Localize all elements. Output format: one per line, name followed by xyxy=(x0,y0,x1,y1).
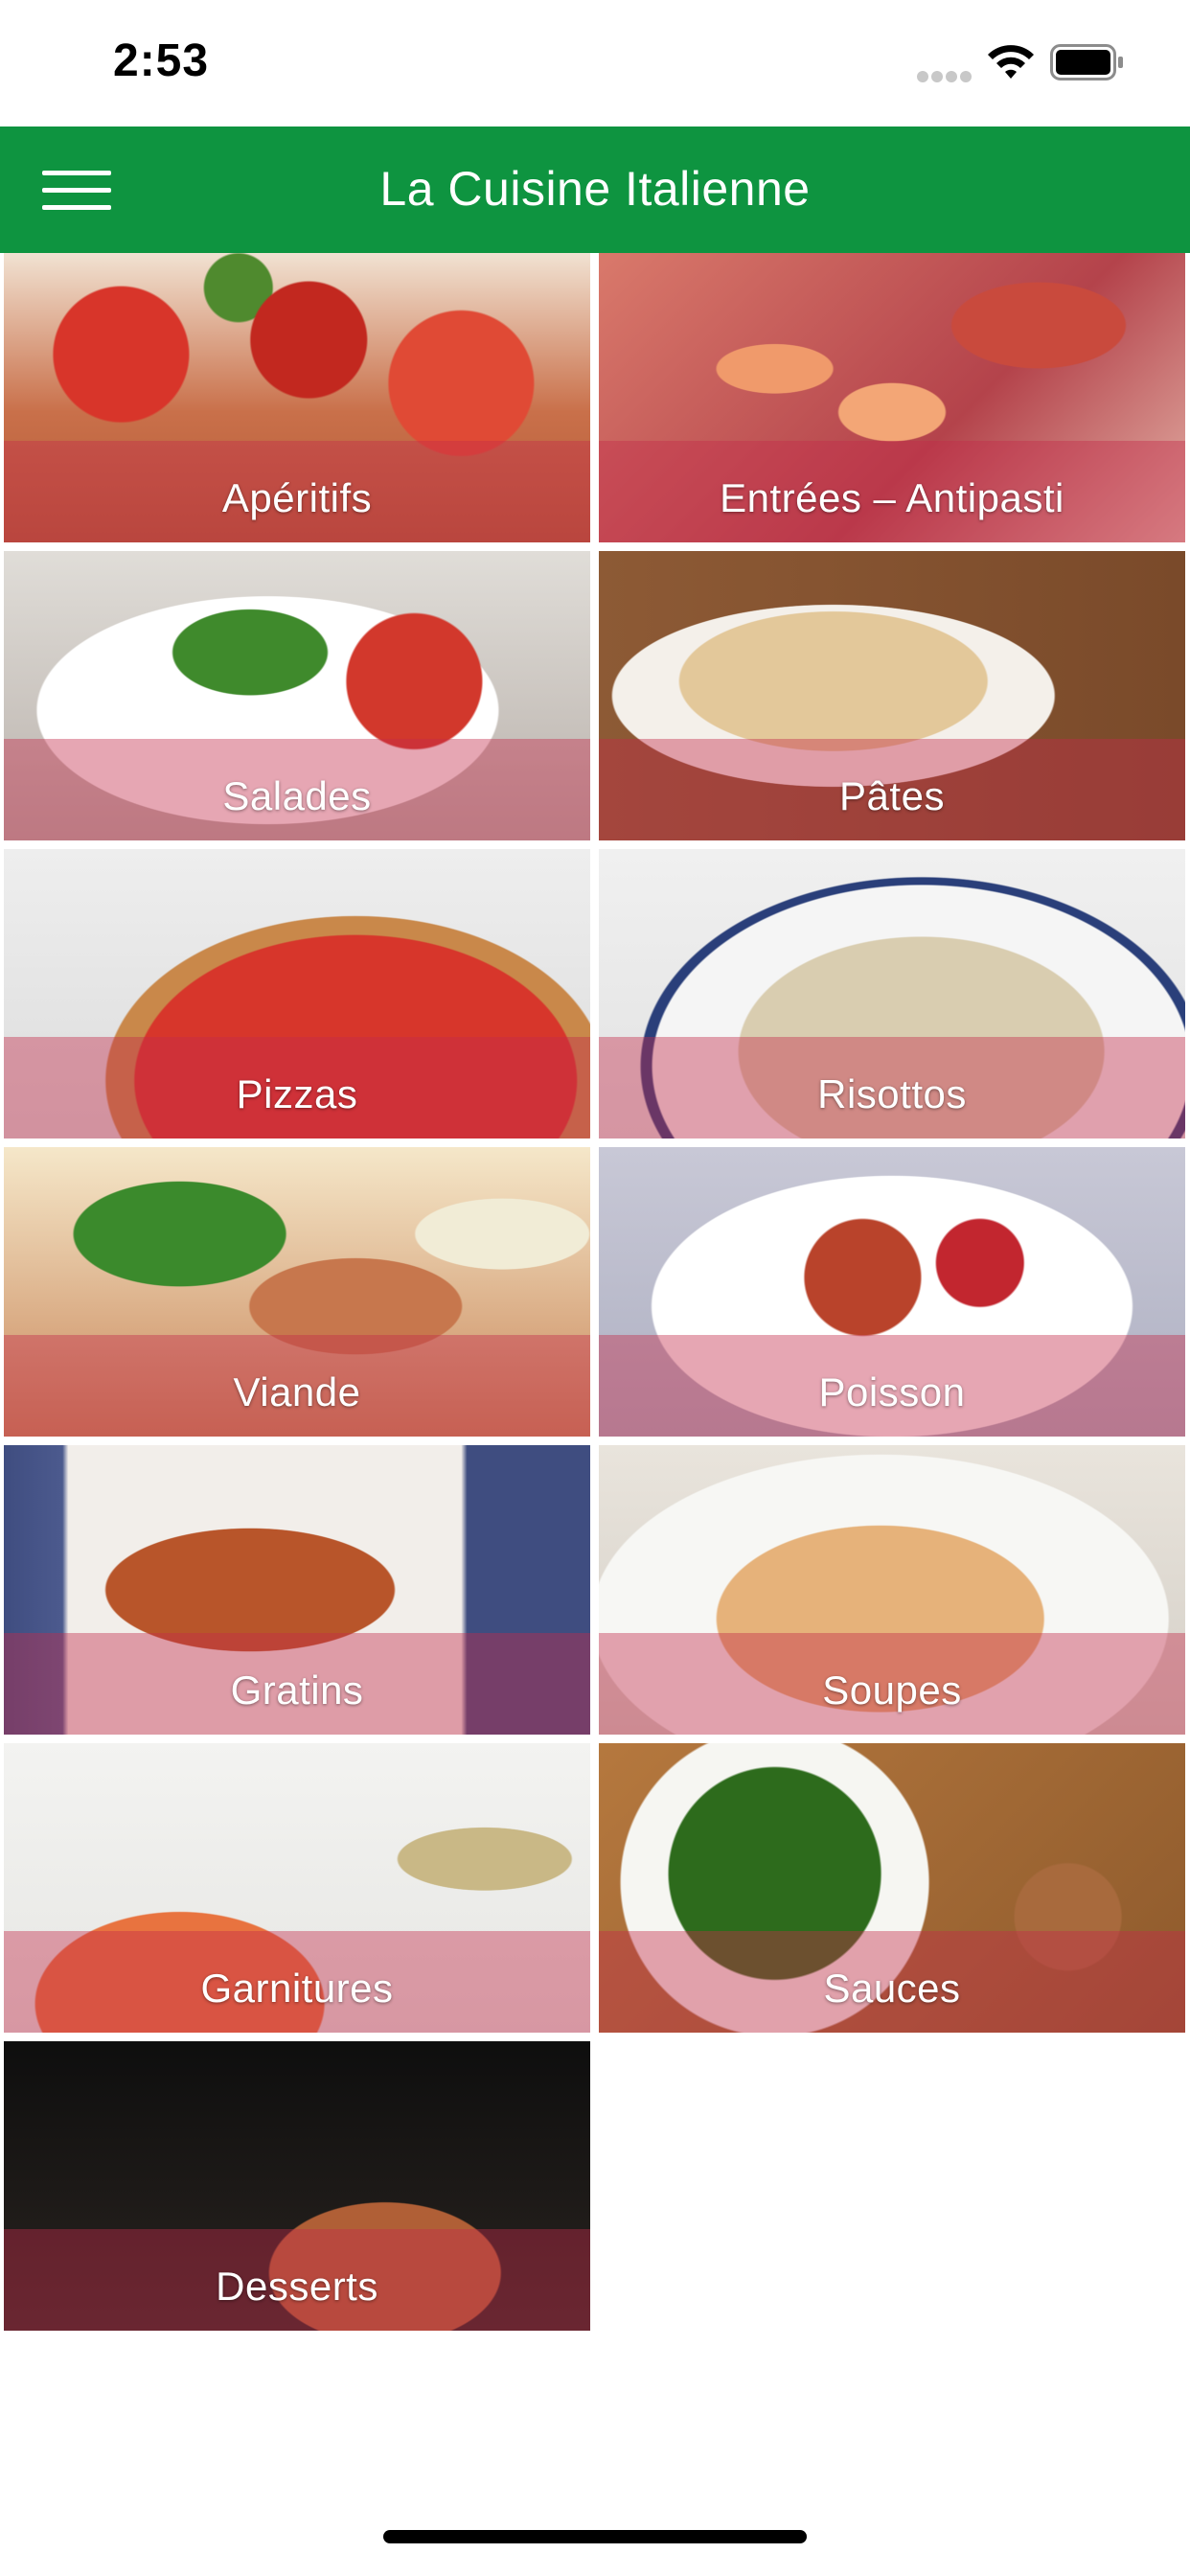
category-label: Gratins xyxy=(230,1668,364,1713)
category-tile-pizzas[interactable]: Pizzas xyxy=(4,849,590,1138)
category-label: Salades xyxy=(222,773,372,818)
category-label: Risottos xyxy=(817,1071,967,1116)
category-tile-desserts[interactable]: Desserts xyxy=(4,2041,590,2331)
category-tile-risottos[interactable]: Risottos xyxy=(599,849,1185,1138)
category-label: Poisson xyxy=(818,1369,966,1414)
category-tile-salades[interactable]: Salades xyxy=(4,551,590,840)
category-tile-gratins[interactable]: Gratins xyxy=(4,1445,590,1735)
category-tile-sauces[interactable]: Sauces xyxy=(599,1743,1185,2033)
category-label: Soupes xyxy=(822,1668,962,1713)
home-indicator[interactable] xyxy=(383,2530,807,2543)
battery-icon xyxy=(1050,44,1123,80)
navigation-bar: La Cuisine Italienne xyxy=(0,126,1190,253)
category-tile-poisson[interactable]: Poisson xyxy=(599,1147,1185,1437)
page-title: La Cuisine Italienne xyxy=(379,162,811,216)
category-label: Pâtes xyxy=(839,773,945,818)
category-tile-aperitifs[interactable]: Apéritifs xyxy=(4,253,590,542)
category-label: Pizzas xyxy=(236,1071,358,1116)
category-label: Viande xyxy=(233,1369,361,1414)
status-bar: 2:53 xyxy=(0,0,1190,126)
category-label: Entrées – Antipasti xyxy=(720,475,1064,520)
category-tile-garnitures[interactable]: Garnitures xyxy=(4,1743,590,2033)
category-label: Sauces xyxy=(823,1966,961,2011)
category-tile-viande[interactable]: Viande xyxy=(4,1147,590,1437)
wifi-icon xyxy=(988,45,1034,79)
category-tile-pates[interactable]: Pâtes xyxy=(599,551,1185,840)
category-tile-soupes[interactable]: Soupes xyxy=(599,1445,1185,1735)
category-label: Garnitures xyxy=(200,1966,394,2011)
status-time: 2:53 xyxy=(113,35,210,86)
category-label: Desserts xyxy=(216,2264,378,2309)
cellular-signal-icon xyxy=(917,71,973,82)
category-label: Apéritifs xyxy=(221,475,373,520)
category-tile-entrees-antipasti[interactable]: Entrées – Antipasti xyxy=(599,253,1185,542)
